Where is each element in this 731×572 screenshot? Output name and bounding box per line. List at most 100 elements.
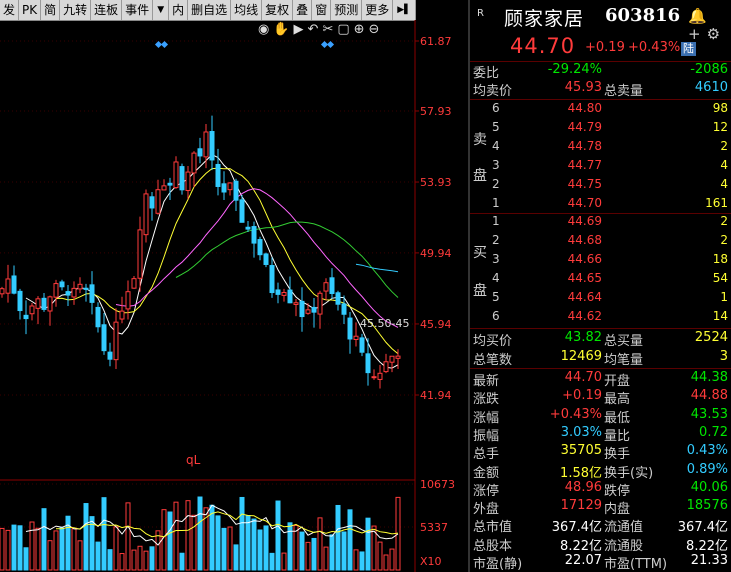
hand-icon[interactable]: ✋ [273, 22, 293, 37]
zoom-out-icon[interactable]: ⊖ [369, 22, 384, 37]
copy-icon[interactable]: ▢ [337, 22, 353, 37]
quote-label2: 换手 [604, 447, 631, 462]
volume-bar [155, 530, 161, 571]
quote-label2: 市盈(TTM) [604, 557, 668, 572]
order-volume: 14 [712, 309, 728, 323]
buy-order-row[interactable]: 1 44.69 2 [470, 214, 731, 233]
volume-bar [185, 500, 191, 571]
quote-value: +0.19 [562, 388, 602, 403]
divider [470, 99, 731, 100]
tb-chuang[interactable]: 窗 [312, 0, 332, 20]
eye-icon[interactable]: ◉ [258, 22, 273, 37]
volume-bar [149, 546, 155, 571]
candle-body [209, 131, 215, 161]
quote-row: 涨停 48.96 跌停 40.06 [470, 480, 731, 499]
quote-label: 总手 [473, 447, 500, 462]
sell-order-row[interactable]: 2 44.75 4 [470, 177, 731, 196]
sell-order-row[interactable]: 5 44.79 12 [470, 120, 731, 139]
volume-bar [77, 540, 83, 571]
volume-bar [269, 552, 275, 571]
candle-body [89, 284, 95, 303]
order-level: 2 [492, 177, 500, 191]
tb-play-icon[interactable]: ▶▌ [393, 0, 417, 20]
tb-junxian[interactable]: 均线 [231, 0, 263, 20]
candle-body [191, 152, 197, 174]
quote-label: 涨跌 [473, 392, 500, 407]
buy-order-row[interactable]: 4 44.65 54 [470, 271, 731, 290]
volume-bar [173, 501, 179, 571]
volume-bar [275, 500, 281, 571]
scissors-icon[interactable]: ✂ [322, 22, 337, 37]
tb-dropdown-arrow[interactable]: ▼ [153, 0, 170, 20]
order-volume: 98 [712, 101, 728, 115]
quote-value: +0.43% [549, 407, 602, 422]
candle-body [341, 303, 347, 315]
volume-bar [329, 534, 335, 571]
tb-shijian[interactable]: 事件 [122, 0, 154, 20]
play-icon[interactable]: ▶ [294, 22, 308, 37]
tb-gengduo[interactable]: 更多 [362, 0, 394, 20]
volume-bar [107, 549, 113, 571]
vol-ma10-line [56, 511, 399, 538]
buy-order-row[interactable]: 6 44.62 14 [470, 309, 731, 328]
candle-body [179, 166, 185, 191]
candle-body [347, 317, 353, 340]
candle-body [311, 306, 317, 313]
summary-value: 45.93 [564, 80, 602, 95]
indicator-label: qL [186, 453, 201, 467]
order-level: 5 [492, 290, 500, 304]
order-price: 44.66 [567, 252, 602, 266]
bid-summary-value: 43.82 [564, 330, 602, 345]
kline-chart[interactable]: 61.87 57.93 53.93 49.94 45.94 41.94 10673 5337 X… [0, 20, 468, 572]
candle-body [377, 372, 383, 380]
order-volume: 12 [712, 120, 728, 134]
tb-jiuzhuan[interactable]: 九转 [60, 0, 92, 20]
tb-die[interactable]: 叠 [293, 0, 313, 20]
quote-label: 总市值 [473, 520, 513, 535]
volume-bar [143, 550, 149, 571]
quote-row: 涨幅 +0.43% 最低 43.53 [470, 407, 731, 426]
candle-body [287, 289, 293, 304]
quote-label2: 内盘 [604, 502, 631, 517]
summary-value: -29.24% [547, 62, 602, 77]
tb-shanzixuan[interactable]: 删自选 [188, 0, 232, 20]
candle-body [305, 309, 311, 314]
volume-bar [47, 540, 53, 571]
bell-icon[interactable]: 🔔 [688, 7, 713, 25]
buy-order-row[interactable]: 2 44.68 2 [470, 233, 731, 252]
candle-body [65, 291, 71, 296]
volume-bar [353, 549, 359, 571]
order-price: 44.69 [567, 214, 602, 228]
sell-order-row[interactable]: 4 44.78 2 [470, 139, 731, 158]
stock-code: 603816 [605, 5, 681, 26]
quote-label2: 流通股 [604, 539, 644, 554]
tb-jian[interactable]: 简 [41, 0, 61, 20]
sell-order-row[interactable]: 6 44.80 98 [470, 101, 731, 120]
quote-row: 最新 44.70 开盘 44.38 [470, 370, 731, 389]
candle-body [137, 229, 143, 279]
tb-yuce[interactable]: 预测 [331, 0, 363, 20]
tb-lianban[interactable]: 连板 [91, 0, 123, 20]
candle-body [77, 283, 83, 290]
chart-grid [0, 20, 416, 572]
tb-fuquan[interactable]: 复权 [262, 0, 294, 20]
volume-bar [17, 525, 23, 571]
order-level: 5 [492, 120, 500, 134]
tb-fa[interactable]: 发 [0, 0, 20, 20]
candle-body [53, 283, 59, 298]
buy-order-row[interactable]: 5 44.64 1 [470, 290, 731, 309]
candle-body [353, 335, 359, 340]
sell-order-row[interactable]: 3 44.77 4 [470, 158, 731, 177]
volume-bar [239, 496, 245, 571]
buy-order-row[interactable]: 3 44.66 18 [470, 252, 731, 271]
quote-value2: 43.53 [690, 407, 728, 422]
quote-label: 涨停 [473, 484, 500, 499]
tb-pk[interactable]: PK [19, 0, 42, 20]
volume-bar [29, 521, 35, 571]
quote-row: 总手 35705 换手 0.43% [470, 443, 731, 462]
tb-nei[interactable]: 内 [169, 0, 189, 20]
ma60-line [355, 263, 399, 273]
undo-icon[interactable]: ↶ [308, 22, 323, 37]
r-badge: R [477, 8, 484, 19]
zoom-in-icon[interactable]: ⊕ [354, 22, 369, 37]
